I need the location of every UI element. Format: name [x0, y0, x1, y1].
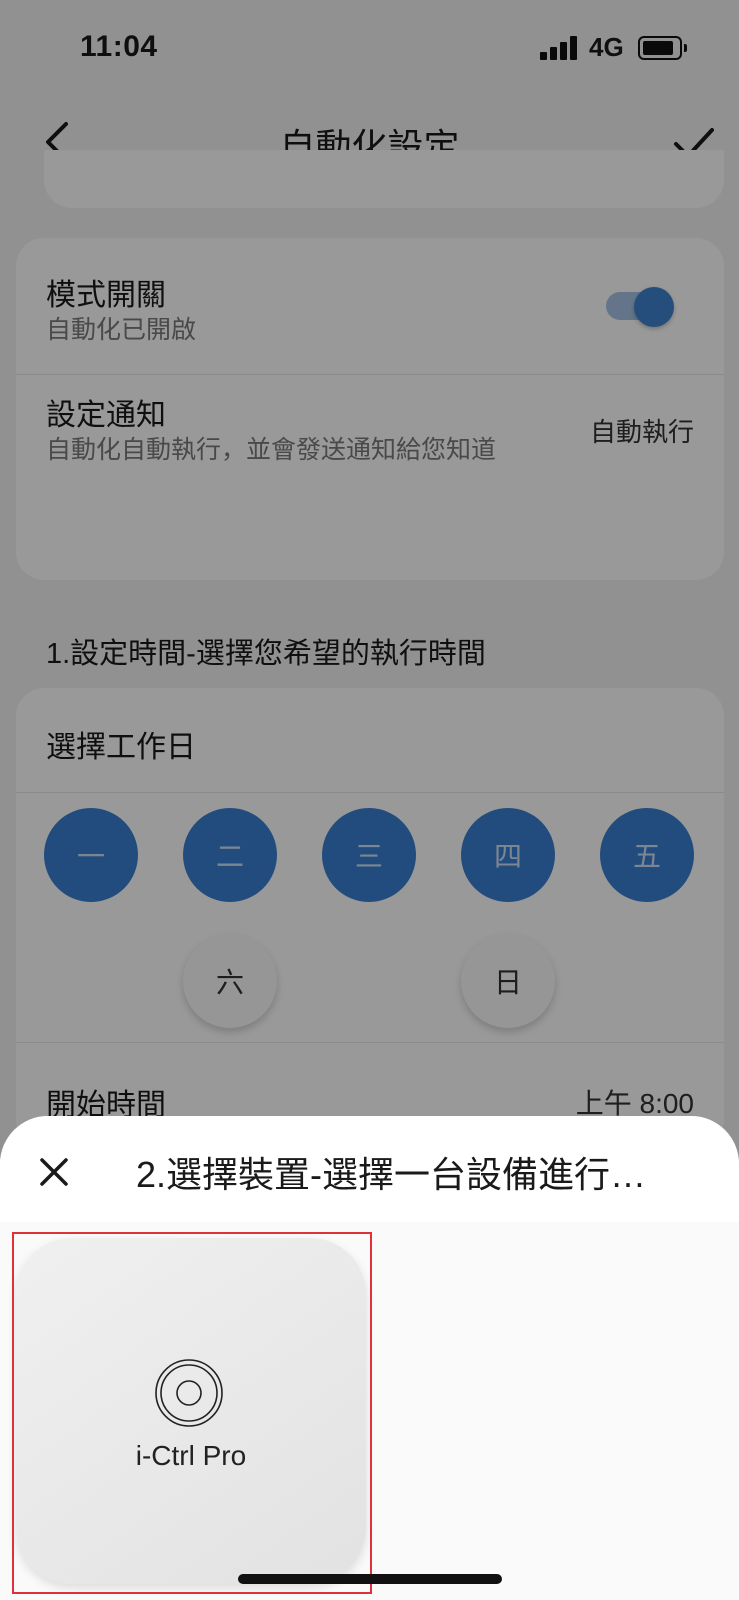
close-button[interactable]: [38, 1156, 70, 1188]
device-ring-icon: [154, 1358, 224, 1428]
close-icon: [40, 1158, 68, 1186]
sheet-title: 2.選擇裝置-選擇一台設備進行…: [136, 1154, 647, 1195]
device-name: i-Ctrl Pro: [135, 1440, 247, 1471]
home-indicator[interactable]: [238, 1574, 502, 1584]
